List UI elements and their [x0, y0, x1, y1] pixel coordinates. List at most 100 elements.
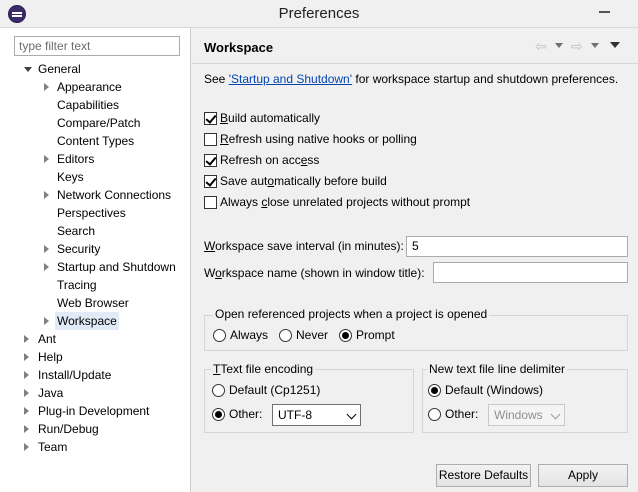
restore-defaults-button[interactable]: Restore Defaults — [436, 464, 531, 487]
collapsed-chevron-icon[interactable] — [44, 83, 49, 91]
tree-item-label: General — [38, 62, 81, 76]
tree-item-label: Web Browser — [57, 296, 129, 310]
always-radio[interactable] — [213, 329, 226, 342]
collapsed-chevron-icon[interactable] — [24, 371, 29, 379]
tree-item-workspace[interactable]: Workspace — [0, 312, 190, 330]
refresh-using-native-hooks-or-polling-label: Refresh using native hooks or polling — [220, 132, 417, 146]
always-close-unrelated-projects-without-prompt-checkbox[interactable] — [204, 196, 217, 209]
back-menu-chevron-icon[interactable] — [555, 40, 563, 52]
prompt-label: Prompt — [356, 328, 395, 342]
collapsed-chevron-icon[interactable] — [44, 245, 49, 253]
tree-item-label: Network Connections — [57, 188, 172, 202]
collapsed-chevron-icon[interactable] — [44, 263, 49, 271]
title-bar: Preferences — [0, 0, 638, 28]
forward-arrow-icon[interactable] — [571, 40, 585, 52]
open-projects-group: Open referenced projects when a project … — [204, 307, 628, 351]
encoding-default-label: Default (Cp1251) — [229, 383, 321, 397]
always-label: Always — [230, 328, 269, 342]
collapsed-chevron-icon[interactable] — [44, 191, 49, 199]
collapsed-chevron-icon[interactable] — [24, 353, 29, 361]
tree-item-compare-patch[interactable]: Compare/Patch — [0, 114, 190, 132]
tree-item-label: Security — [57, 242, 101, 256]
workspace-name-label: Workspace name (shown in window title): — [204, 266, 425, 280]
filter-input[interactable] — [14, 36, 180, 56]
tree-item-content-types[interactable]: Content Types — [0, 132, 190, 150]
page-header: Workspace — [192, 28, 638, 64]
tree-item-label: Startup and Shutdown — [57, 260, 176, 274]
tree-item-label: Tracing — [57, 278, 97, 292]
tree-item-plug-in-development[interactable]: Plug-in Development — [0, 402, 190, 420]
intro-prefix: See — [204, 72, 229, 86]
tree-item-label: Plug-in Development — [38, 404, 150, 418]
encoding-select[interactable]: UTF-8 — [272, 404, 361, 426]
collapsed-chevron-icon[interactable] — [24, 425, 29, 433]
delimiter-default-radio[interactable] — [428, 384, 441, 397]
tree-item-label: Install/Update — [38, 368, 112, 382]
build-automatically-label: Build automatically — [220, 111, 321, 125]
tree-item-team[interactable]: Team — [0, 438, 190, 456]
save-automatically-before-build-label: Save automatically before build — [220, 174, 387, 188]
save-automatically-before-build-checkbox[interactable] — [204, 175, 217, 188]
delimiter-other-label: Other: — [445, 407, 479, 421]
tree-item-appearance[interactable]: Appearance — [0, 78, 190, 96]
refresh-on-access-label: Refresh on access — [220, 153, 320, 167]
tree-item-help[interactable]: Help — [0, 348, 190, 366]
tree-item-label: Keys — [57, 170, 84, 184]
build-automatically-checkbox[interactable] — [204, 112, 217, 125]
encoding-other-radio[interactable] — [212, 408, 225, 421]
tree-item-search[interactable]: Search — [0, 222, 190, 240]
collapsed-chevron-icon[interactable] — [24, 443, 29, 451]
tree-item-perspectives[interactable]: Perspectives — [0, 204, 190, 222]
tree-item-keys[interactable]: Keys — [0, 168, 190, 186]
delimiter-default-label: Default (Windows) — [445, 383, 544, 397]
tree-item-editors[interactable]: Editors — [0, 150, 190, 168]
collapsed-chevron-icon[interactable] — [44, 317, 49, 325]
tree-item-label: Compare/Patch — [57, 116, 141, 130]
never-radio[interactable] — [279, 329, 292, 342]
encoding-select-value: UTF-8 — [278, 408, 312, 422]
collapsed-chevron-icon[interactable] — [24, 407, 29, 415]
tree-item-tracing[interactable]: Tracing — [0, 276, 190, 294]
collapsed-chevron-icon[interactable] — [24, 335, 29, 343]
preferences-tree-panel: General Appearance Capabilities Compare/Pat… — [0, 28, 191, 492]
workspace-name-field[interactable] — [433, 262, 628, 283]
page-title: Workspace — [204, 40, 274, 55]
refresh-using-native-hooks-or-polling-checkbox[interactable] — [204, 133, 217, 146]
tree-item-java[interactable]: Java — [0, 384, 190, 402]
tree-item-network-connections[interactable]: Network Connections — [0, 186, 190, 204]
tree-item-label: Capabilities — [57, 98, 120, 112]
tree-item-label: Team — [38, 440, 68, 454]
tree-item-web-browser[interactable]: Web Browser — [0, 294, 190, 312]
tree-item-ant[interactable]: Ant — [0, 330, 190, 348]
expanded-chevron-icon[interactable] — [24, 67, 32, 72]
save-interval-label: Workspace save interval (in minutes): — [204, 239, 404, 253]
collapsed-chevron-icon[interactable] — [24, 389, 29, 397]
tree-item-label: Workspace — [55, 312, 119, 330]
tree-item-install-update[interactable]: Install/Update — [0, 366, 190, 384]
intro-text: See 'Startup and Shutdown' for workspace… — [204, 72, 618, 86]
prompt-radio[interactable] — [339, 329, 352, 342]
collapsed-chevron-icon[interactable] — [44, 155, 49, 163]
forward-menu-chevron-icon[interactable] — [591, 40, 599, 52]
tree-item-label: Help — [38, 350, 63, 364]
intro-suffix: for workspace startup and shutdown prefe… — [352, 72, 619, 86]
tree-item-label: Search — [57, 224, 96, 238]
chevron-down-icon — [346, 409, 357, 420]
minimize-icon[interactable] — [590, 0, 618, 20]
startup-shutdown-link[interactable]: 'Startup and Shutdown' — [229, 72, 352, 86]
apply-button[interactable]: Apply — [538, 464, 628, 487]
tree-item-capabilities[interactable]: Capabilities — [0, 96, 190, 114]
delimiter-other-radio[interactable] — [428, 408, 441, 421]
save-interval-field[interactable]: 5 — [406, 236, 628, 257]
tree-item-startup-and-shutdown[interactable]: Startup and Shutdown — [0, 258, 190, 276]
encoding-default-radio[interactable] — [212, 384, 225, 397]
delimiter-select-value: Windows — [494, 408, 543, 422]
encoding-other-label: Other: — [229, 407, 263, 421]
refresh-on-access-checkbox[interactable] — [204, 154, 217, 167]
tree-item-general[interactable]: General — [0, 60, 190, 78]
delimiter-select[interactable]: Windows — [488, 404, 565, 426]
tree-item-security[interactable]: Security — [0, 240, 190, 258]
view-menu-icon[interactable] — [610, 40, 620, 52]
tree-item-run-debug[interactable]: Run/Debug — [0, 420, 190, 438]
back-arrow-icon[interactable] — [535, 40, 549, 52]
